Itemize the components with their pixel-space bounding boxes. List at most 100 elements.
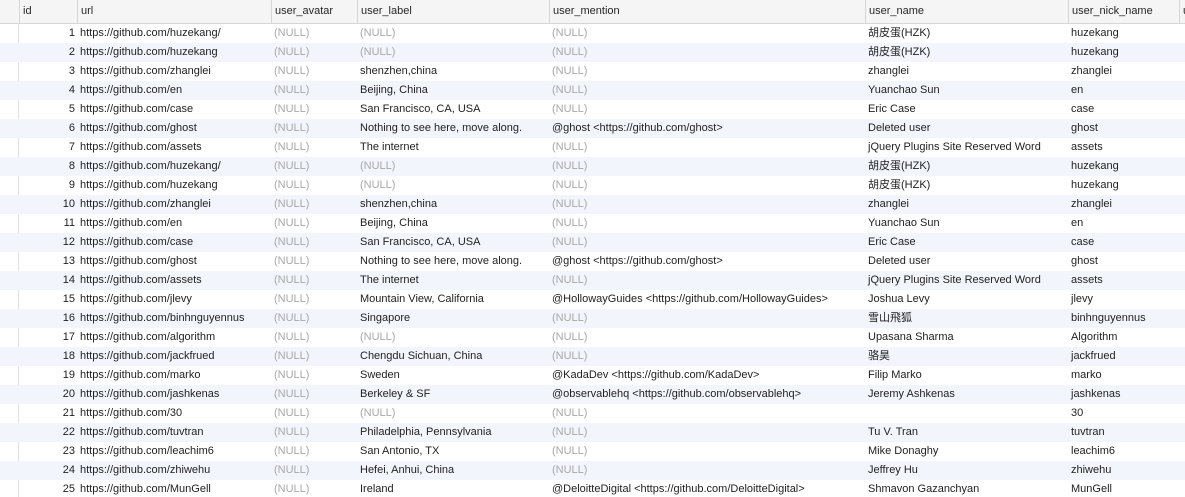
- cell-user-name[interactable]: Yuanchao Sun: [865, 81, 1068, 100]
- cell-url[interactable]: https://github.com/assets: [77, 138, 271, 157]
- table-row[interactable]: 21 https://github.com/30 (NULL) (NULL) (NULL…: [0, 404, 1185, 423]
- table-row[interactable]: 10 https://github.com/zhanglei (NULL) shenz…: [0, 195, 1185, 214]
- cell-user-label[interactable]: Hefei, Anhui, China: [357, 461, 549, 480]
- cell-user-avatar[interactable]: (NULL): [271, 423, 357, 442]
- cell-user-mention[interactable]: (NULL): [549, 423, 865, 442]
- table-row[interactable]: 14 https://github.com/assets (NULL) The int…: [0, 271, 1185, 290]
- cell-user-avatar[interactable]: (NULL): [271, 62, 357, 81]
- cell-url[interactable]: https://github.com/case: [77, 100, 271, 119]
- cell-user-mention[interactable]: (NULL): [549, 176, 865, 195]
- cell-user-mention[interactable]: @DeloitteDigital <https://github.com/Del…: [549, 480, 865, 497]
- cell-user-avatar[interactable]: (NULL): [271, 24, 357, 43]
- cell-user-avatar[interactable]: (NULL): [271, 347, 357, 366]
- table-row[interactable]: 23 https://github.com/leachim6 (NULL) San A…: [0, 442, 1185, 461]
- cell-user-nick-name[interactable]: huzekang: [1068, 43, 1179, 62]
- cell-id[interactable]: 17: [19, 328, 77, 347]
- cell-user-avatar[interactable]: (NULL): [271, 271, 357, 290]
- cell-user-mention[interactable]: (NULL): [549, 328, 865, 347]
- cell-user-mention[interactable]: @KadaDev <https://github.com/KadaDev>: [549, 366, 865, 385]
- table-row[interactable]: 25 https://github.com/MunGell (NULL) Irelan…: [0, 480, 1185, 497]
- cell-user-mention[interactable]: (NULL): [549, 233, 865, 252]
- cell-user-nick-name[interactable]: assets: [1068, 271, 1179, 290]
- table-row[interactable]: 2 https://github.com/huzekang (NULL) (NULL)…: [0, 43, 1185, 62]
- table-row[interactable]: 4 https://github.com/en (NULL) Beijing, Chi…: [0, 81, 1185, 100]
- cell-id[interactable]: 5: [19, 100, 77, 119]
- cell-user-name[interactable]: Tu V. Tran: [865, 423, 1068, 442]
- cell-user-mention[interactable]: @ghost <https://github.com/ghost>: [549, 252, 865, 271]
- cell-user-mention[interactable]: (NULL): [549, 309, 865, 328]
- column-header-url[interactable]: url: [77, 0, 271, 23]
- cell-id[interactable]: 10: [19, 195, 77, 214]
- cell-user-label[interactable]: Mountain View, California: [357, 290, 549, 309]
- cell-user-mention[interactable]: (NULL): [549, 442, 865, 461]
- cell-user-nick-name[interactable]: MunGell: [1068, 480, 1179, 497]
- cell-user-avatar[interactable]: (NULL): [271, 404, 357, 423]
- cell-user-label[interactable]: Beijing, China: [357, 214, 549, 233]
- column-header-user-label[interactable]: user_label: [357, 0, 549, 23]
- cell-user-label[interactable]: The internet: [357, 271, 549, 290]
- cell-id[interactable]: 3: [19, 62, 77, 81]
- cell-user-label[interactable]: (NULL): [357, 328, 549, 347]
- column-header-id[interactable]: id: [19, 0, 77, 23]
- cell-url[interactable]: https://github.com/huzekang: [77, 176, 271, 195]
- cell-url[interactable]: https://github.com/binhnguyennus: [77, 309, 271, 328]
- cell-user-name[interactable]: 骆昊: [865, 347, 1068, 366]
- cell-user-name[interactable]: jQuery Plugins Site Reserved Word: [865, 138, 1068, 157]
- cell-user-nick-name[interactable]: case: [1068, 233, 1179, 252]
- column-header-user-avatar[interactable]: user_avatar: [271, 0, 357, 23]
- table-row[interactable]: 13 https://github.com/ghost (NULL) Nothing …: [0, 252, 1185, 271]
- cell-user-label[interactable]: Ireland: [357, 480, 549, 497]
- cell-user-avatar[interactable]: (NULL): [271, 157, 357, 176]
- column-header-user-nick-name[interactable]: user_nick_name: [1068, 0, 1179, 23]
- cell-url[interactable]: https://github.com/jlevy: [77, 290, 271, 309]
- cell-url[interactable]: https://github.com/zhiwehu: [77, 461, 271, 480]
- table-row[interactable]: 9 https://github.com/huzekang (NULL) (NULL)…: [0, 176, 1185, 195]
- cell-user-avatar[interactable]: (NULL): [271, 328, 357, 347]
- cell-user-mention[interactable]: (NULL): [549, 62, 865, 81]
- cell-user-mention[interactable]: (NULL): [549, 195, 865, 214]
- cell-user-avatar[interactable]: (NULL): [271, 309, 357, 328]
- cell-user-nick-name[interactable]: jackfrued: [1068, 347, 1179, 366]
- cell-user-nick-name[interactable]: zhanglei: [1068, 62, 1179, 81]
- cell-url[interactable]: https://github.com/marko: [77, 366, 271, 385]
- cell-user-avatar[interactable]: (NULL): [271, 480, 357, 497]
- cell-user-label[interactable]: (NULL): [357, 24, 549, 43]
- cell-user-mention[interactable]: (NULL): [549, 100, 865, 119]
- cell-user-avatar[interactable]: (NULL): [271, 385, 357, 404]
- cell-id[interactable]: 7: [19, 138, 77, 157]
- cell-user-nick-name[interactable]: huzekang: [1068, 157, 1179, 176]
- cell-user-avatar[interactable]: (NULL): [271, 252, 357, 271]
- cell-user-name[interactable]: zhanglei: [865, 62, 1068, 81]
- cell-user-name[interactable]: 雪山飛狐: [865, 309, 1068, 328]
- table-row[interactable]: 17 https://github.com/algorithm (NULL) (NUL…: [0, 328, 1185, 347]
- cell-user-nick-name[interactable]: ghost: [1068, 252, 1179, 271]
- cell-id[interactable]: 15: [19, 290, 77, 309]
- cell-id[interactable]: 8: [19, 157, 77, 176]
- cell-user-name[interactable]: Mike Donaghy: [865, 442, 1068, 461]
- cell-user-mention[interactable]: (NULL): [549, 347, 865, 366]
- table-row[interactable]: 3 https://github.com/zhanglei (NULL) shenzh…: [0, 62, 1185, 81]
- cell-user-mention[interactable]: (NULL): [549, 404, 865, 423]
- results-grid[interactable]: id url user_avatar user_label user_mention us…: [0, 0, 1185, 497]
- table-row[interactable]: 8 https://github.com/huzekang/(NULL) (NULL…: [0, 157, 1185, 176]
- cell-user-name[interactable]: Jeremy Ashkenas: [865, 385, 1068, 404]
- cell-url[interactable]: https://github.com/huzekang/: [77, 157, 271, 176]
- cell-user-name[interactable]: Yuanchao Sun: [865, 214, 1068, 233]
- cell-id[interactable]: 18: [19, 347, 77, 366]
- cell-url[interactable]: https://github.com/en: [77, 214, 271, 233]
- cell-user-nick-name[interactable]: zhiwehu: [1068, 461, 1179, 480]
- cell-user-avatar[interactable]: (NULL): [271, 366, 357, 385]
- cell-url[interactable]: https://github.com/en: [77, 81, 271, 100]
- cell-url[interactable]: https://github.com/ghost: [77, 119, 271, 138]
- cell-url[interactable]: https://github.com/tuvtran: [77, 423, 271, 442]
- cell-user-mention[interactable]: (NULL): [549, 24, 865, 43]
- cell-user-label[interactable]: San Francisco, CA, USA: [357, 100, 549, 119]
- column-header-user-mention[interactable]: user_mention: [549, 0, 865, 23]
- cell-id[interactable]: 6: [19, 119, 77, 138]
- cell-user-avatar[interactable]: (NULL): [271, 233, 357, 252]
- cell-user-name[interactable]: 胡皮蛋(HZK): [865, 24, 1068, 43]
- column-header-user-name[interactable]: user_name: [865, 0, 1068, 23]
- cell-user-name[interactable]: Eric Case: [865, 233, 1068, 252]
- cell-user-mention[interactable]: @observablehq <https://github.com/observ…: [549, 385, 865, 404]
- cell-user-nick-name[interactable]: tuvtran: [1068, 423, 1179, 442]
